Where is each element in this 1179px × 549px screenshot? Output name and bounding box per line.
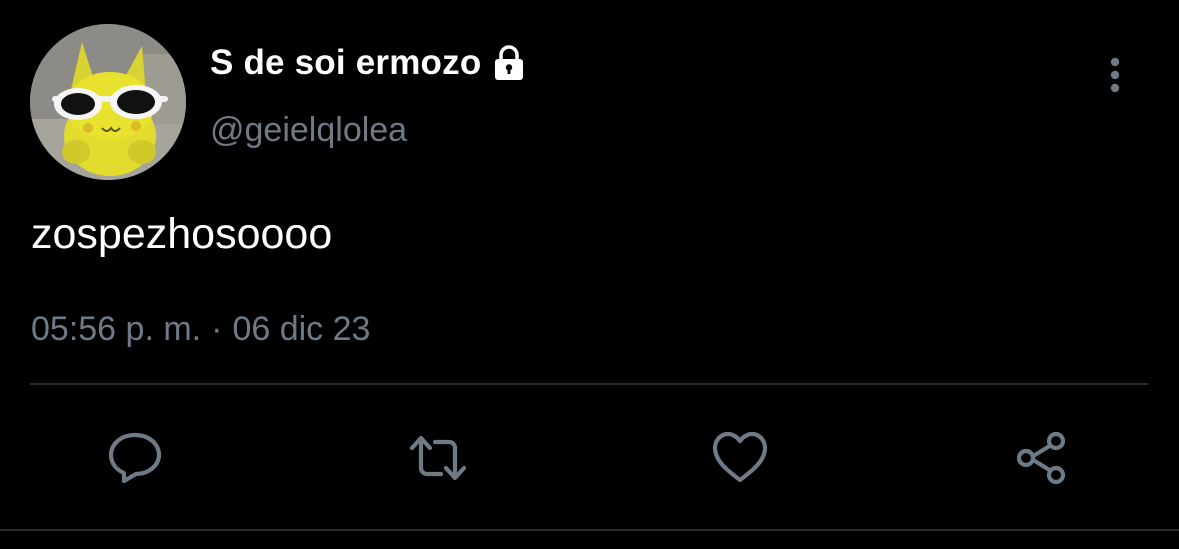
tweet-text: zospezhosoooo	[31, 210, 333, 258]
retweet-button[interactable]	[408, 428, 468, 488]
author-handle[interactable]: @geielqlolea	[210, 110, 407, 150]
lock-icon	[489, 43, 529, 83]
share-icon	[1016, 431, 1066, 485]
avatar[interactable]	[30, 24, 186, 180]
tweet-date: 06 dic 23	[232, 310, 371, 348]
share-button[interactable]	[1013, 428, 1073, 488]
more-vertical-icon[interactable]	[1096, 54, 1136, 98]
heart-icon	[712, 431, 768, 483]
author-display-name[interactable]: S de soi ermozo	[210, 42, 481, 84]
reply-button[interactable]	[105, 428, 165, 488]
reply-icon	[108, 432, 162, 484]
retweet-icon	[409, 435, 467, 481]
divider-bottom	[0, 529, 1179, 531]
divider	[30, 383, 1148, 385]
author-name-row[interactable]: S de soi ermozo	[210, 42, 529, 84]
tweet-time: 05:56 p. m.	[31, 310, 202, 348]
like-button[interactable]	[710, 428, 770, 488]
tweet-timestamp[interactable]: 05:56 p. m. · 06 dic 23	[31, 308, 370, 350]
timestamp-separator: ·	[211, 310, 223, 348]
